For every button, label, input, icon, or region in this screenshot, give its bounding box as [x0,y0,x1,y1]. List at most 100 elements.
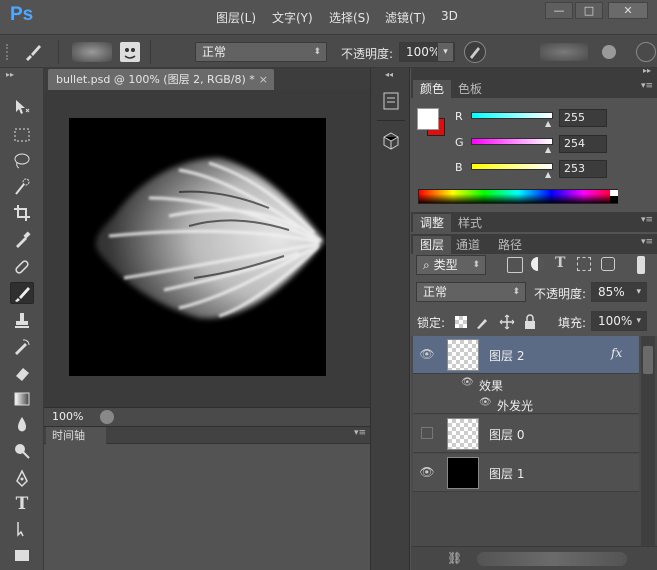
link-layers-icon[interactable]: ⛓ [447,551,462,565]
menu-layer[interactable]: 图层(L) [216,9,256,26]
3d-panel-icon[interactable] [381,130,401,152]
filter-type-layer-icon[interactable]: T [555,255,565,271]
lock-position-icon[interactable] [499,314,515,330]
channel-r-slider[interactable] [471,112,553,119]
lasso-tool-icon[interactable] [10,150,34,172]
collapse-panels-icon[interactable]: ▸▸ [643,66,651,75]
eraser-tool-icon[interactable] [10,362,34,384]
channel-r-input[interactable]: 255 [559,109,607,127]
eyedropper-tool-icon[interactable] [10,228,34,250]
layer-name[interactable]: 图层 2 [489,347,524,364]
collapse-toolbar-icon[interactable]: ▸▸ [6,70,14,79]
tab-adjustments[interactable]: 调整 [413,214,452,232]
footer-buttons-blurred[interactable] [477,552,627,566]
move-tool-icon[interactable] [10,96,34,118]
flow-blur-control[interactable] [540,43,588,61]
blur-tool-icon[interactable] [10,414,34,436]
channel-b-thumb-icon[interactable]: ▲ [545,170,551,179]
filter-adjustment-layer-icon[interactable] [531,257,545,271]
tab-paths[interactable]: 路径 [491,236,529,254]
filter-toggle-switch[interactable] [637,256,645,274]
effects-visibility-eye-icon[interactable]: 👁 [461,377,474,388]
filter-shape-layer-icon[interactable] [577,257,591,271]
type-tool-icon[interactable]: T [10,494,34,516]
visibility-eye-icon[interactable]: 👁 [419,346,435,362]
zoom-level[interactable]: 100% [52,410,83,423]
layer-row-layer-1[interactable]: 👁 图层 1 [413,454,639,492]
tab-timeline[interactable]: 时间轴 [46,427,106,444]
visibility-eye-icon[interactable]: 👁 [419,464,435,480]
channel-g-input[interactable]: 254 [559,135,607,153]
close-document-icon[interactable]: × [259,69,268,90]
brush-tool-icon[interactable] [10,282,34,304]
adjustments-panel-menu-icon[interactable]: ▾≡ [641,215,653,225]
restore-button[interactable]: □ [575,2,603,19]
layer-row-layer-0[interactable]: 图层 0 [413,415,639,453]
airbrush-icon[interactable] [602,45,616,59]
grip-handle[interactable] [6,44,12,60]
lock-transparent-pixels-icon[interactable] [455,316,467,328]
channel-b-slider[interactable] [471,163,553,170]
layers-panel-menu-icon[interactable]: ▾≡ [641,237,653,247]
blend-mode-dropdown[interactable]: 正常 ⬍ [416,282,526,302]
filter-smart-object-icon[interactable] [601,257,615,271]
marquee-tool-icon[interactable] [10,124,34,146]
layer-filter-dropdown[interactable]: ⌕ 类型 ⬍ [416,255,486,275]
pressure-size-icon[interactable] [636,42,656,62]
history-brush-tool-icon[interactable] [10,336,34,358]
dodge-tool-icon[interactable] [10,440,34,462]
layer-list-scrollbar[interactable] [641,336,655,546]
brush-preview[interactable] [72,42,112,62]
effects-row[interactable]: 👁 效果 [413,374,639,394]
path-selection-tool-icon[interactable] [10,518,34,540]
pressure-opacity-icon[interactable] [464,41,486,63]
brush-tool-preset-icon[interactable] [22,41,44,63]
document-info-icon[interactable] [100,410,114,424]
visibility-toggle-off[interactable] [421,427,433,439]
lock-all-icon[interactable] [523,314,537,330]
channel-g-thumb-icon[interactable]: ▲ [545,145,551,154]
minimize-button[interactable]: — [545,2,573,19]
mode-dropdown[interactable]: 正常 ⬍ [195,42,327,62]
document-tab[interactable]: bullet.psd @ 100% (图层 2, RGB/8) * × [48,69,274,90]
quick-selection-tool-icon[interactable] [10,176,34,198]
tab-color[interactable]: 颜色 [413,80,452,98]
clone-stamp-tool-icon[interactable] [10,310,34,332]
outer-glow-visibility-eye-icon[interactable]: 👁 [479,397,492,408]
color-spectrum-ramp[interactable] [418,189,618,204]
pen-tool-icon[interactable] [10,468,34,490]
channel-g-slider[interactable] [471,138,553,145]
menu-type[interactable]: 文字(Y) [272,9,313,26]
menu-3d[interactable]: 3D [441,9,458,23]
channel-r-thumb-icon[interactable]: ▲ [545,119,551,128]
timeline-menu-icon[interactable]: ▾≡ [354,428,366,438]
menu-filter[interactable]: 滤镜(T) [385,9,426,26]
lock-image-pixels-icon[interactable] [475,314,491,330]
layer-name[interactable]: 图层 1 [489,465,524,482]
gradient-tool-icon[interactable] [10,388,34,410]
tab-swatches[interactable]: 色板 [451,80,489,98]
layer-name[interactable]: 图层 0 [489,426,524,443]
expand-dock-icon[interactable]: ◂◂ [385,70,393,79]
layer-opacity-input[interactable]: 85% ▾ [591,282,647,302]
close-button[interactable]: ✕ [608,2,648,19]
foreground-color-swatch[interactable] [417,108,439,130]
tab-layers[interactable]: 图层 [413,236,452,254]
rectangle-tool-icon[interactable] [10,544,34,566]
menu-select[interactable]: 选择(S) [329,9,370,26]
artboard[interactable] [69,118,326,376]
tab-styles[interactable]: 样式 [451,214,489,232]
opacity-dropdown-arrow-icon[interactable]: ▾ [437,43,453,61]
filter-pixel-layer-icon[interactable] [507,257,523,273]
fill-input[interactable]: 100% ▾ [591,311,647,331]
outer-glow-row[interactable]: 👁 外发光 [413,394,639,414]
healing-brush-tool-icon[interactable] [10,256,34,278]
crop-tool-icon[interactable] [10,202,34,224]
layer-effects-fx-icon[interactable]: fx [611,346,622,360]
brush-panel-toggle-icon[interactable] [120,42,140,62]
channel-b-input[interactable]: 253 [559,160,607,178]
history-panel-icon[interactable] [381,90,401,112]
tab-channels[interactable]: 通道 [449,236,487,254]
layer-row-layer-2[interactable]: 👁 图层 2 fx [413,336,639,374]
color-panel-menu-icon[interactable]: ▾≡ [641,81,653,91]
